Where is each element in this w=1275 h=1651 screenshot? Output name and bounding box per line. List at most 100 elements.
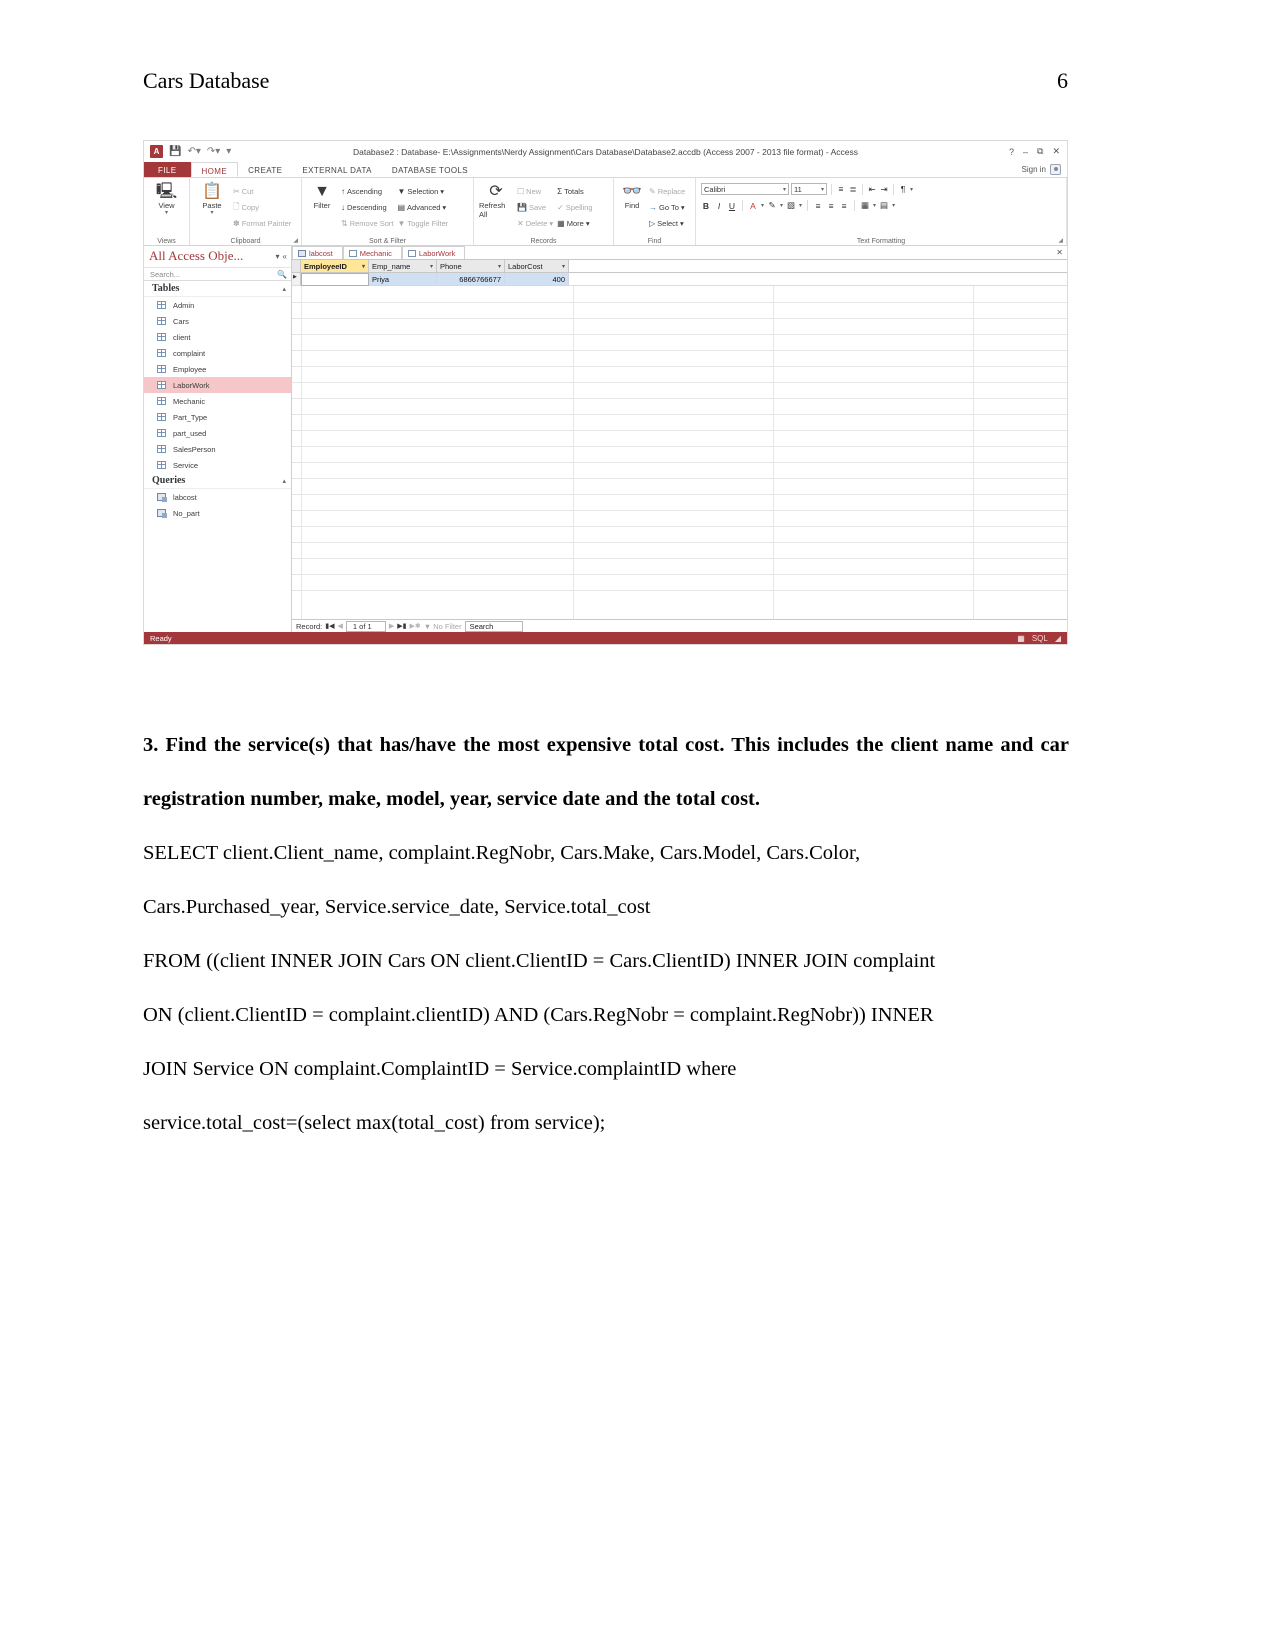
sidebar-item-salesperson[interactable]: SalesPerson (144, 441, 291, 457)
underline-button[interactable]: U (727, 201, 737, 211)
ribbon-group-find[interactable]: 👓 Find ✎ Replace → Go To ▾ ▷ Select ▾ Find (614, 178, 696, 245)
collapse-pane-icon[interactable]: « (283, 252, 287, 261)
filter-status[interactable]: ▼ No Filter (424, 622, 462, 631)
go-to-button[interactable]: → Go To ▾ (649, 203, 685, 212)
record-navigator[interactable]: Record: ▮◀ ◀ 1 of 1 ▶ ▶▮ ▶✱ ▼ No Filter … (292, 619, 1067, 632)
find-button[interactable]: 👓 Find (619, 183, 645, 245)
chevron-down-icon[interactable]: ▾ (362, 263, 365, 270)
paste-button[interactable]: 📋 Paste ▾ (195, 183, 229, 245)
ribbon-tab-strip[interactable]: FILE HOME CREATE EXTERNAL DATA DATABASE … (144, 162, 1067, 178)
chevron-down-icon[interactable]: ▾ (562, 263, 565, 270)
selection-button[interactable]: ▼ Selection ▾ (397, 187, 444, 196)
quick-access-toolbar[interactable]: A 💾 ↶▾ ↷▾ ▾ (144, 145, 231, 158)
datasheet[interactable]: EmployeeID ▾ Emp_name ▾ Phone ▾ LaborCos… (292, 260, 1067, 619)
remove-sort-button[interactable]: ⇅ Remove Sort (341, 219, 393, 228)
tab-create[interactable]: CREATE (238, 162, 292, 177)
gridlines-icon[interactable]: ▤ (879, 200, 889, 211)
select-all-corner[interactable] (292, 260, 301, 273)
new-record-icon[interactable]: ▶✱ (410, 622, 421, 630)
ribbon-group-clipboard[interactable]: 📋 Paste ▾ ✂ Cut 🗋 Copy ✽ Format Painter Cli… (190, 178, 302, 245)
clipboard-dialog-launcher[interactable]: ◢ (293, 237, 298, 244)
datasheet-view-icon[interactable]: ▦ (1017, 634, 1025, 643)
chevron-down-icon[interactable]: ▾ (586, 219, 590, 228)
numbered-list-icon[interactable]: ≣ (848, 184, 858, 195)
copy-button[interactable]: 🗋 Copy (233, 201, 259, 215)
ribbon[interactable]: 🖳 View ▾ Views 📋 Paste ▾ ✂ Cut 🗋 Copy ✽ For… (144, 178, 1067, 246)
text-direction-icon[interactable]: ¶ (898, 184, 908, 194)
account-avatar-icon[interactable] (1050, 164, 1061, 175)
increase-indent-icon[interactable]: ⇥ (879, 184, 889, 195)
column-header-laborcost[interactable]: LaborCost ▾ (505, 260, 569, 273)
row-selector[interactable] (292, 273, 301, 286)
minimize-button[interactable]: – (1023, 147, 1028, 157)
next-record-icon[interactable]: ▶ (389, 622, 394, 630)
view-shortcuts[interactable]: ▦ SQL ◢ (1017, 634, 1061, 643)
cut-button[interactable]: ✂ Cut (233, 187, 253, 196)
ribbon-group-records[interactable]: ⟳ Refresh All ☐ New 💾 Save ✕ Delete ▾ Σ Total… (474, 178, 614, 245)
filter-button[interactable]: ▼ Filter (307, 183, 337, 245)
ribbon-group-views[interactable]: 🖳 View ▾ Views (144, 178, 190, 245)
font-size-combo[interactable]: 11 ▾ (791, 183, 827, 195)
sql-view-icon[interactable]: SQL (1032, 634, 1048, 643)
nav-group-tables[interactable]: Tables ▴ (144, 281, 291, 297)
customize-qat-icon[interactable]: ▾ (226, 146, 231, 157)
save-icon[interactable]: 💾 (169, 146, 181, 157)
text-formatting-dialog-launcher[interactable]: ◢ (1058, 237, 1063, 244)
chevron-down-icon[interactable]: ▾ (165, 210, 168, 216)
chevron-down-icon[interactable]: ▾ (681, 203, 685, 212)
italic-button[interactable]: I (714, 201, 724, 211)
previous-record-icon[interactable]: ◀ (338, 622, 343, 630)
help-button[interactable]: ? (1009, 147, 1014, 157)
chevron-down-icon[interactable]: ▾ (549, 219, 553, 228)
tab-laborwork[interactable]: LaborWork (401, 246, 466, 259)
sign-in-control[interactable]: Sign in (1022, 162, 1067, 177)
cell-employeeid[interactable] (301, 273, 369, 286)
chevron-down-icon[interactable]: ▾ (783, 186, 786, 193)
advanced-button[interactable]: ▤ Advanced ▾ (397, 203, 446, 212)
descending-button[interactable]: ↓ Descending (341, 203, 387, 212)
sidebar-item-part-used[interactable]: part_used (144, 425, 291, 441)
undo-icon[interactable]: ↶▾ (187, 146, 200, 157)
format-painter-button[interactable]: ✽ Format Painter (233, 219, 291, 228)
ribbon-group-sort-filter[interactable]: ▼ Filter ↑ Ascending ↓ Descending ⇅ Remove … (302, 178, 474, 245)
chevron-up-icon[interactable]: ▴ (282, 285, 286, 293)
navigation-search-input[interactable]: Search... (150, 270, 277, 279)
replace-button[interactable]: ✎ Replace (649, 187, 685, 196)
chevron-down-icon[interactable]: ▾ (210, 210, 213, 216)
sidebar-item-client[interactable]: client (144, 329, 291, 345)
empty-grid-area[interactable] (292, 286, 1067, 619)
chevron-down-icon[interactable]: ▾ (761, 202, 764, 209)
chevron-down-icon[interactable]: ▾ (799, 202, 802, 209)
window-buttons[interactable]: ? – ⧉ ✕ (1009, 146, 1067, 157)
navigation-menu-icon[interactable]: ▾ (276, 252, 280, 261)
column-header-emp-name[interactable]: Emp_name ▾ (369, 260, 437, 273)
chevron-down-icon[interactable]: ▾ (430, 263, 433, 270)
design-view-icon[interactable]: ◢ (1055, 634, 1061, 643)
cell-laborcost[interactable]: 400 (505, 273, 569, 286)
chevron-down-icon[interactable]: ▾ (892, 202, 895, 209)
sidebar-item-part-type[interactable]: Part_Type (144, 409, 291, 425)
align-center-icon[interactable]: ≡ (826, 201, 836, 211)
record-position[interactable]: 1 of 1 (345, 620, 386, 632)
more-button[interactable]: ▦ More ▾ (557, 219, 589, 228)
first-record-icon[interactable]: ▮◀ (325, 622, 334, 630)
chevron-down-icon[interactable]: ▾ (873, 202, 876, 209)
tab-home[interactable]: HOME (190, 162, 239, 177)
column-header-employeeid[interactable]: EmployeeID ▾ (301, 260, 369, 273)
chevron-down-icon[interactable]: ▾ (680, 219, 684, 228)
cell-emp-name[interactable]: Priya (369, 273, 437, 286)
redo-icon[interactable]: ↷▾ (207, 146, 220, 157)
text-highlight-icon[interactable]: ✎ (767, 200, 777, 211)
align-left-icon[interactable]: ≡ (813, 201, 823, 211)
chevron-down-icon[interactable]: ▾ (440, 187, 444, 196)
delete-record-button[interactable]: ✕ Delete ▾ (517, 219, 553, 228)
save-record-button[interactable]: 💾 Save (517, 203, 546, 212)
view-button[interactable]: 🖳 View ▾ (150, 183, 184, 216)
refresh-all-button[interactable]: ⟳ Refresh All (479, 183, 513, 245)
sidebar-item-employee[interactable]: Employee (144, 361, 291, 377)
background-color-icon[interactable]: ▧ (786, 200, 796, 211)
ascending-button[interactable]: ↑ Ascending (341, 187, 382, 196)
sidebar-item-mechanic[interactable]: Mechanic (144, 393, 291, 409)
chevron-up-icon[interactable]: ▴ (282, 477, 286, 485)
tab-file[interactable]: FILE (144, 162, 191, 177)
